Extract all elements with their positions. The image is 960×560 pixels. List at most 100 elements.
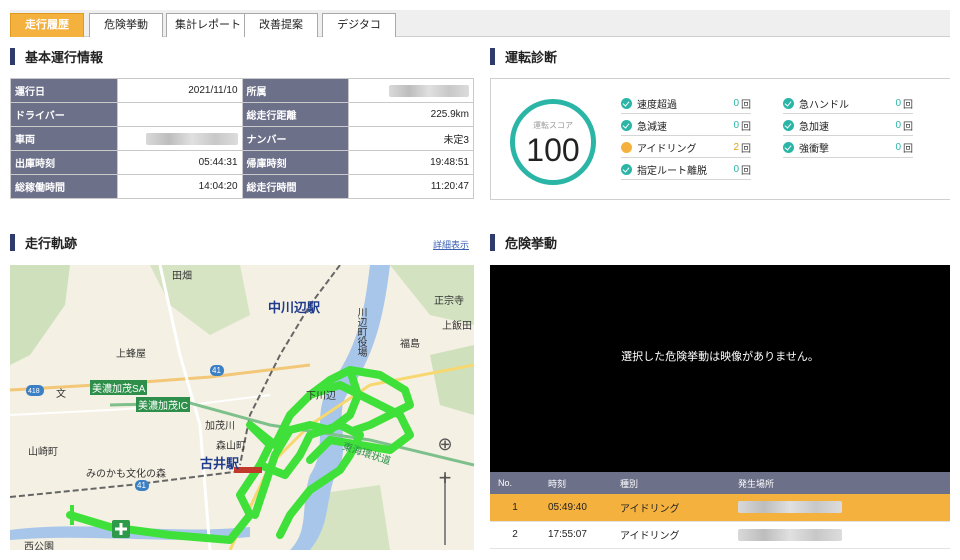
- map-label: 正宗寺: [434, 296, 464, 307]
- map-forest: [430, 345, 474, 415]
- map-label: 美濃加茂IC: [136, 397, 190, 412]
- check-icon: [621, 120, 632, 131]
- route-map[interactable]: 田畑 中川辺駅 川辺町役場 正宗寺 上飯田 上蜂屋 福島 下川辺 美濃加茂SA …: [10, 265, 474, 550]
- diagnosis-header: 運転診断: [490, 47, 557, 65]
- value-total-distance: 225.9km: [348, 102, 474, 127]
- diagnosis-panel: 運転スコア 100 速度超過 0 回 急減速 0 回 アイドリング 2 回 指定…: [490, 78, 950, 200]
- redacted-value: [738, 528, 842, 541]
- diag-hard-acceleration: 急加速 0 回: [783, 116, 913, 136]
- tab-travel-history[interactable]: 走行履歴: [10, 13, 84, 37]
- label-department: 所属: [241, 78, 350, 103]
- redacted-value: [389, 84, 469, 97]
- video-player[interactable]: 選択した危険挙動は映像がありません。: [490, 265, 950, 472]
- danger-header: 危険挙動: [490, 233, 557, 251]
- table-row: 車両 ナンバー 未定3: [10, 126, 474, 151]
- redacted-value: [145, 132, 238, 145]
- col-no: No.: [490, 472, 540, 494]
- table-row: 出庫時刻 05:44:31 帰庫時刻 19:48:51: [10, 150, 474, 175]
- map-label: 森山町: [216, 441, 246, 452]
- value-return-time: 19:48:51: [348, 150, 474, 175]
- cell-no: 2: [490, 521, 540, 549]
- value-vehicle: [116, 126, 243, 151]
- label-total-distance: 総走行距離: [241, 102, 350, 127]
- map-label: 田畑: [172, 271, 192, 282]
- map-label: 川辺町役場: [355, 307, 366, 357]
- tab-digitaco[interactable]: デジタコ: [322, 13, 396, 37]
- value-departure-time: 05:44:31: [116, 150, 243, 175]
- value-total-operating: 14:04:20: [116, 174, 243, 199]
- basic-info-table: 運行日 2021/11/10 所属 ドライバー 総走行距離 225.9km 車両…: [10, 78, 474, 199]
- map-road: [10, 363, 311, 392]
- cell-time: 17:55:07: [540, 521, 612, 549]
- table-row: ドライバー 総走行距離 225.9km: [10, 102, 474, 127]
- danger-title: 危険挙動: [505, 235, 558, 251]
- value-department: [348, 78, 474, 103]
- tab-bar: 走行履歴 危険挙動 集計レポート 改善提案 デジタコ: [10, 10, 950, 37]
- table-row[interactable]: 2 17:55:07 アイドリング: [490, 521, 950, 549]
- diagnosis-title: 運転診断: [505, 49, 558, 65]
- section-marker: [10, 47, 15, 65]
- label-driver: ドライバー: [10, 102, 118, 127]
- basic-info-title: 基本運行情報: [25, 49, 104, 65]
- map-label: 古井駅: [200, 456, 240, 471]
- score-label: 運転スコア: [533, 121, 573, 130]
- route-number: 418: [28, 388, 40, 395]
- diag-idling: アイドリング 2 回: [621, 138, 751, 158]
- map-label: 文: [56, 389, 66, 400]
- diag-route-deviation: 指定ルート離脱 0 回: [621, 160, 751, 180]
- cell-no: 1: [490, 494, 540, 522]
- warning-dot-icon: [621, 142, 632, 153]
- map-forest: [10, 265, 70, 365]
- cell-location: [730, 494, 950, 522]
- map-label: 上蜂屋: [116, 349, 146, 360]
- score-gauge: 運転スコア 100: [510, 99, 596, 185]
- col-type: 種別: [612, 472, 730, 494]
- section-marker: [490, 47, 495, 65]
- track-title: 走行軌跡: [25, 235, 78, 251]
- map-label: 下川辺: [306, 391, 336, 402]
- label-return-time: 帰庫時刻: [241, 150, 350, 175]
- label-total-driving: 総走行時間: [241, 174, 350, 199]
- label-total-operating: 総稼働時間: [10, 174, 118, 199]
- map-label: 加茂川: [205, 421, 235, 432]
- tab-summary-report[interactable]: 集計レポート: [166, 13, 250, 37]
- col-location: 発生場所: [730, 472, 950, 494]
- map-label: みのかも文化の森: [86, 469, 166, 480]
- map-label: 美濃加茂SA: [90, 380, 148, 395]
- diag-strong-impact: 強衝撃 0 回: [783, 138, 913, 158]
- check-icon: [621, 164, 632, 175]
- check-icon: [783, 98, 794, 109]
- map-label: 西公園: [24, 542, 54, 550]
- basic-info-header: 基本運行情報: [10, 47, 103, 65]
- redacted-value: [738, 501, 842, 514]
- tab-improvement[interactable]: 改善提案: [244, 13, 318, 37]
- score-value: 100: [526, 132, 580, 168]
- map-canvas: [10, 265, 474, 550]
- table-row: 総稼働時間 14:04:20 総走行時間 11:20:47: [10, 174, 474, 199]
- section-marker: [490, 233, 495, 251]
- zoom-in-button[interactable]: +: [434, 467, 456, 489]
- value-driver: [116, 102, 243, 127]
- col-time: 時刻: [540, 472, 612, 494]
- diag-hard-braking: 急減速 0 回: [621, 116, 751, 136]
- cell-time: 05:49:40: [540, 494, 612, 522]
- value-number-plate: 未定3: [348, 126, 474, 151]
- detail-view-link[interactable]: 詳細表示: [433, 238, 469, 251]
- cell-type: アイドリング: [612, 494, 730, 522]
- cell-type: アイドリング: [612, 521, 730, 549]
- map-label: 中川辺駅: [268, 300, 321, 315]
- label-vehicle: 車両: [10, 126, 118, 151]
- label-operation-date: 運行日: [10, 78, 118, 103]
- table-row[interactable]: 1 05:49:40 アイドリング: [490, 494, 950, 522]
- map-forest: [150, 265, 250, 335]
- cell-location: [730, 521, 950, 549]
- current-location-button[interactable]: ⊕: [434, 433, 456, 455]
- value-total-driving: 11:20:47: [348, 174, 474, 199]
- table-row: 運行日 2021/11/10 所属: [10, 78, 474, 103]
- route-number: 41: [212, 366, 221, 375]
- no-video-message: 選択した危険挙動は映像がありません。: [621, 351, 819, 363]
- tab-danger-behavior[interactable]: 危険挙動: [89, 13, 163, 37]
- danger-events-table: No. 時刻 種別 発生場所 1 05:49:40 アイドリング 2 17:55…: [490, 472, 950, 549]
- label-departure-time: 出庫時刻: [10, 150, 118, 175]
- check-icon: [621, 98, 632, 109]
